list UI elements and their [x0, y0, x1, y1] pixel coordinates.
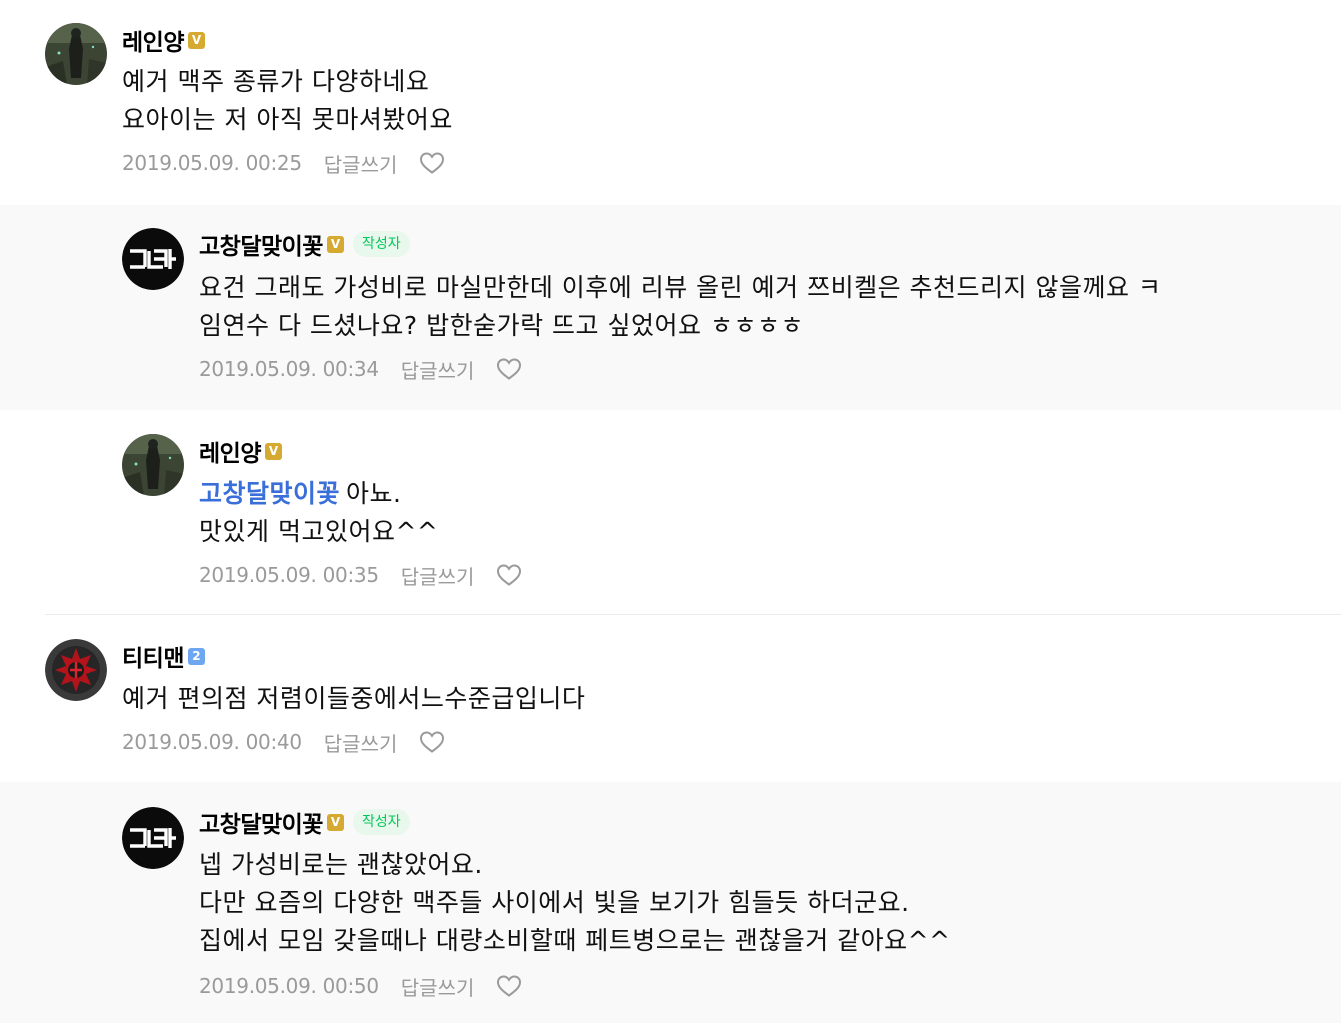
- comment-line: 집에서 모임 갖을때나 대량소비할때 페트병으로는 괜찮을거 같아요^^: [199, 926, 951, 955]
- avatar[interactable]: [122, 807, 184, 869]
- avatar[interactable]: [122, 434, 184, 496]
- heart-icon[interactable]: [419, 730, 445, 754]
- comment-text: 요건 그래도 가성비로 마실만한데 이후에 리뷰 올린 예거 쯔비켈은 추천드리…: [199, 269, 1161, 345]
- comment-line: 맛있게 먹고있어요^^: [199, 517, 439, 546]
- comment-line: 넵 가성비로는 괜찮았어요.: [199, 850, 483, 879]
- comment-line-text: 아뇨.: [346, 479, 402, 508]
- comment-date: 2019.05.09. 00:34: [199, 357, 379, 381]
- comment-line: 요건 그래도 가성비로 마실만한데 이후에 리뷰 올린 예거 쯔비켈은 추천드리…: [199, 273, 1162, 302]
- mention-link[interactable]: 고창달맞이꽃: [199, 479, 340, 508]
- ghd-logo-icon: [122, 228, 184, 290]
- avatar[interactable]: [45, 639, 107, 701]
- nickname[interactable]: 레인양: [199, 434, 261, 468]
- nickname[interactable]: 고창달맞이꽃: [199, 227, 323, 261]
- comment-line: 다만 요즘의 다양한 맥주들 사이에서 빛을 보기가 힘들듯 하더군요.: [199, 888, 910, 917]
- heart-icon[interactable]: [496, 563, 522, 587]
- comment-reply-item: 고창달맞이꽃 V 작성자 요건 그래도 가성비로 마실만한데 이후에 리뷰 올린…: [0, 205, 1341, 410]
- heart-icon[interactable]: [419, 151, 445, 175]
- level-badge: 2: [187, 647, 205, 665]
- author-badge: 작성자: [352, 809, 410, 835]
- level-badge: V: [187, 31, 205, 49]
- author-badge: 작성자: [352, 231, 410, 257]
- heart-icon[interactable]: [496, 357, 522, 381]
- comment-line: 임연수 다 드셨나요? 밥한숟가락 뜨고 싶었어요 ㅎㅎㅎㅎ: [199, 311, 804, 340]
- reply-button[interactable]: 답글쓰기: [401, 972, 475, 1001]
- comment-item: 레인양 V 예거 맥주 종류가 다양하네요 요아이는 저 아직 못마셔봤어요 2…: [0, 0, 1341, 205]
- ghd-logo-icon: [122, 807, 184, 869]
- comment-line: 요아이는 저 아직 못마셔봤어요: [122, 105, 453, 134]
- comment-line: 예거 편의점 저렴이들중에서느수준급입니다: [122, 684, 586, 713]
- nickname[interactable]: 고창달맞이꽃: [199, 805, 323, 839]
- comment-date: 2019.05.09. 00:40: [122, 730, 302, 754]
- comment-text: 예거 편의점 저렴이들중에서느수준급입니다: [122, 680, 585, 718]
- reply-button[interactable]: 답글쓰기: [401, 561, 475, 590]
- comment-reply-item: 레인양 V 고창달맞이꽃 아뇨. 맛있게 먹고있어요^^ 2019.05.09. …: [0, 410, 1341, 614]
- reply-button[interactable]: 답글쓰기: [324, 149, 398, 178]
- comment-line: 고창달맞이꽃 아뇨.: [199, 475, 438, 513]
- comment-text: 예거 맥주 종류가 다양하네요 요아이는 저 아직 못마셔봤어요: [122, 63, 453, 139]
- nickname[interactable]: 티티맨: [122, 639, 184, 673]
- comment-reply-item: 고창달맞이꽃 V 작성자 넵 가성비로는 괜찮았어요. 다만 요즘의 다양한 맥…: [0, 782, 1341, 1023]
- comment-text: 넵 가성비로는 괜찮았어요. 다만 요즘의 다양한 맥주들 사이에서 빛을 보기…: [199, 846, 951, 960]
- comment-date: 2019.05.09. 00:35: [199, 563, 379, 587]
- comment-date: 2019.05.09. 00:50: [199, 974, 379, 998]
- reply-button[interactable]: 답글쓰기: [401, 355, 475, 384]
- level-badge: V: [264, 442, 282, 460]
- comment-text: 고창달맞이꽃 아뇨. 맛있게 먹고있어요^^: [199, 475, 438, 551]
- level-badge: V: [326, 813, 344, 831]
- avatar[interactable]: [122, 228, 184, 290]
- avatar[interactable]: [45, 23, 107, 85]
- comment-line: 예거 맥주 종류가 다양하네요: [122, 67, 430, 96]
- heart-icon[interactable]: [496, 974, 522, 998]
- nickname[interactable]: 레인양: [122, 23, 184, 57]
- comment-item: 티티맨 2 예거 편의점 저렴이들중에서느수준급입니다 2019.05.09. …: [0, 615, 1341, 782]
- level-badge: V: [326, 235, 344, 253]
- comment-date: 2019.05.09. 00:25: [122, 151, 302, 175]
- reply-button[interactable]: 답글쓰기: [324, 728, 398, 757]
